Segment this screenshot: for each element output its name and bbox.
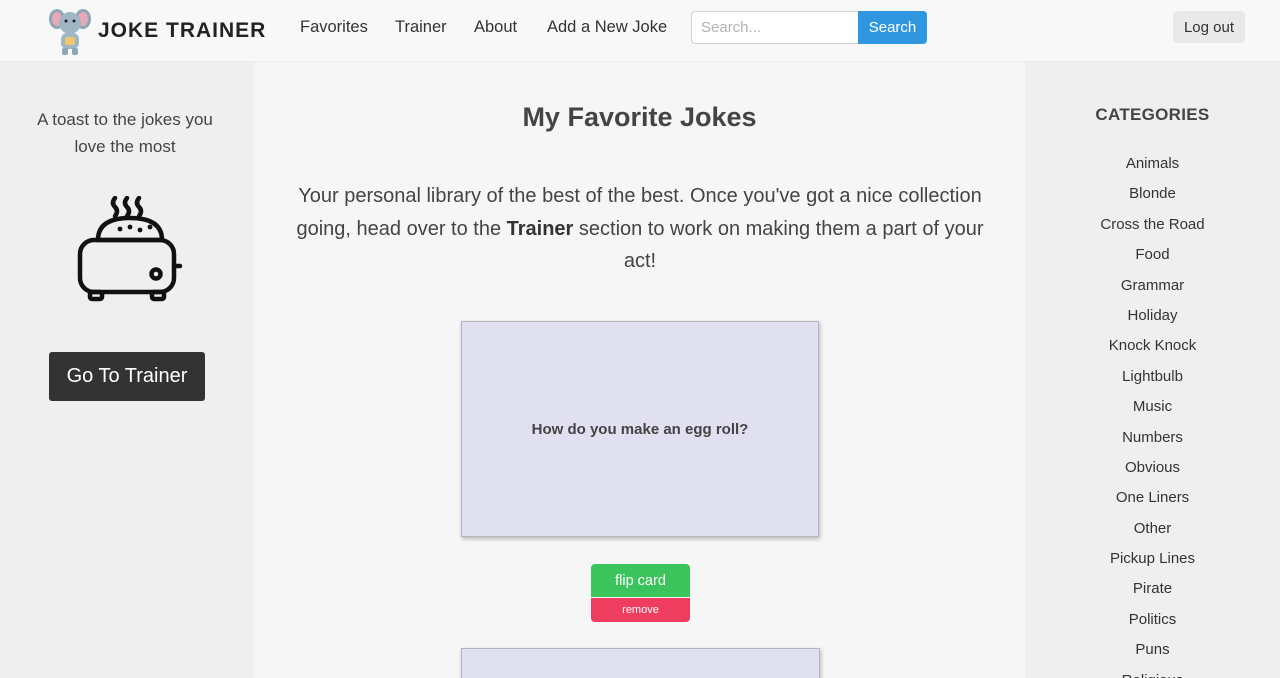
joke-card[interactable]: How do you make an egg roll? [461, 321, 819, 537]
category-pirate[interactable]: Pirate [1025, 578, 1280, 608]
nav-add-joke-link[interactable]: Add a New Joke [547, 18, 667, 37]
go-to-trainer-button[interactable]: Go To Trainer [49, 352, 205, 401]
category-pickup-lines[interactable]: Pickup Lines [1025, 548, 1280, 578]
brand-name: JOKE TRAINER [98, 19, 267, 42]
categories-heading: CATEGORIES [1095, 105, 1210, 124]
categories-list: Animals Blonde Cross the Road Food Gramm… [1025, 153, 1280, 678]
category-other[interactable]: Other [1025, 518, 1280, 548]
flip-card-button[interactable]: flip card [591, 564, 690, 597]
category-blonde[interactable]: Blonde [1025, 183, 1280, 213]
joke-card[interactable] [461, 648, 820, 678]
category-numbers[interactable]: Numbers [1025, 427, 1280, 457]
category-knock-knock[interactable]: Knock Knock [1025, 335, 1280, 365]
categories-sidebar: CATEGORIES Animals Blonde Cross the Road… [1025, 62, 1280, 678]
category-politics[interactable]: Politics [1025, 609, 1280, 639]
toaster-icon [77, 196, 183, 302]
joke-question: How do you make an egg roll? [531, 420, 749, 438]
category-cross-the-road[interactable]: Cross the Road [1025, 214, 1280, 244]
page-title: My Favorite Jokes [522, 102, 757, 132]
intro-trainer-emphasis: Trainer [506, 217, 574, 240]
elephant-logo-icon [49, 9, 91, 55]
category-obvious[interactable]: Obvious [1025, 457, 1280, 487]
main-content: My Favorite Jokes Your personal library … [254, 62, 1025, 678]
intro-text: Your personal library of the best of the… [280, 180, 1000, 278]
category-food[interactable]: Food [1025, 244, 1280, 274]
search-button[interactable]: Search [858, 11, 927, 44]
logout-button[interactable]: Log out [1173, 11, 1245, 43]
category-music[interactable]: Music [1025, 396, 1280, 426]
nav-about-link[interactable]: About [474, 18, 517, 37]
brand-link[interactable]: JOKE TRAINER [48, 6, 266, 56]
navbar: JOKE TRAINER Favorites Trainer About Add… [0, 0, 1280, 62]
left-sidebar: A toast to the jokes you love the most G… [0, 62, 254, 678]
category-one-liners[interactable]: One Liners [1025, 487, 1280, 517]
remove-joke-button[interactable]: remove [591, 598, 690, 622]
category-grammar[interactable]: Grammar [1025, 275, 1280, 305]
search-input[interactable] [691, 11, 859, 44]
category-lightbulb[interactable]: Lightbulb [1025, 366, 1280, 396]
category-animals[interactable]: Animals [1025, 153, 1280, 183]
category-holiday[interactable]: Holiday [1025, 305, 1280, 335]
sidebar-tagline: A toast to the jokes you love the most [37, 110, 213, 156]
category-religious[interactable]: Religious [1025, 670, 1280, 678]
nav-favorites-link[interactable]: Favorites [300, 18, 368, 37]
category-puns[interactable]: Puns [1025, 639, 1280, 669]
nav-trainer-link[interactable]: Trainer [395, 18, 447, 37]
intro-text-part: section to work on making them a part of… [573, 217, 984, 273]
